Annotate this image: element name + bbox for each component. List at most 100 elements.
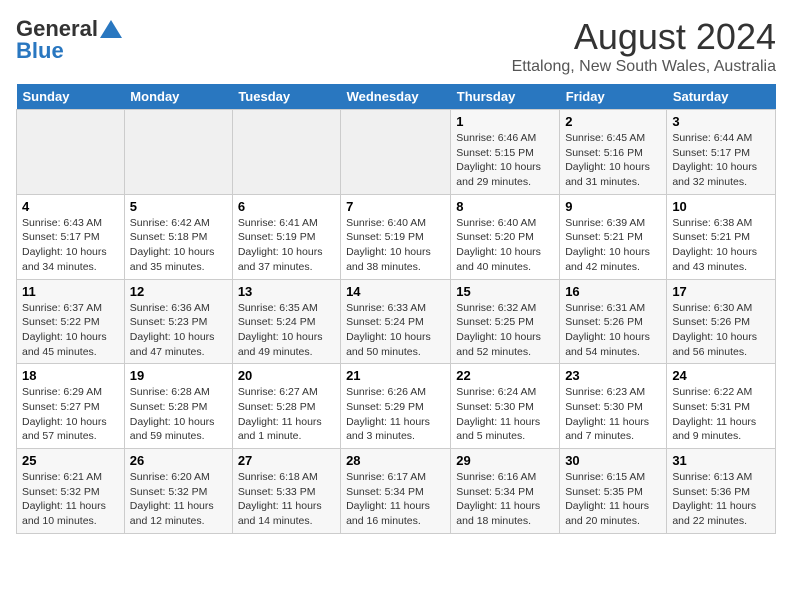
calendar-week-row: 4Sunrise: 6:43 AM Sunset: 5:17 PM Daylig…: [17, 194, 776, 279]
title-block: August 2024 Ettalong, New South Wales, A…: [512, 16, 776, 76]
day-info: Sunrise: 6:26 AM Sunset: 5:29 PM Dayligh…: [346, 385, 445, 444]
calendar-cell: 19 Sunrise: 6:28 AM Sunset: 5:28 PM Dayli…: [124, 364, 232, 449]
weekday-header-cell: Saturday: [667, 84, 776, 110]
day-info: Sunrise: 6:39 AM Sunset: 5:21 PM Dayligh…: [565, 216, 661, 275]
day-info: Sunrise: 6:29 AM Sunset: 5:27 PM Dayligh…: [22, 385, 119, 444]
day-number: 28: [346, 453, 445, 468]
day-number: 27: [238, 453, 335, 468]
day-number: 21: [346, 368, 445, 383]
logo: General Blue: [16, 16, 122, 64]
day-info: Sunrise: 6:46 AM Sunset: 5:15 PM Dayligh…: [456, 131, 554, 190]
day-number: 8: [456, 199, 554, 214]
weekday-header-cell: Wednesday: [341, 84, 451, 110]
calendar-cell: 31 Sunrise: 6:13 AM Sunset: 5:36 PM Dayli…: [667, 449, 776, 534]
day-info: Sunrise: 6:27 AM Sunset: 5:28 PM Dayligh…: [238, 385, 335, 444]
day-info: Sunrise: 6:15 AM Sunset: 5:35 PM Dayligh…: [565, 470, 661, 529]
calendar-body: 1 Sunrise: 6:46 AM Sunset: 5:15 PM Daylig…: [17, 110, 776, 534]
day-number: 17: [672, 284, 770, 299]
day-number: 24: [672, 368, 770, 383]
calendar-cell: 16 Sunrise: 6:31 AM Sunset: 5:26 PM Dayli…: [560, 279, 667, 364]
calendar-week-row: 18 Sunrise: 6:29 AM Sunset: 5:27 PM Dayli…: [17, 364, 776, 449]
day-number: 23: [565, 368, 661, 383]
weekday-header-cell: Sunday: [17, 84, 125, 110]
calendar-cell: 11 Sunrise: 6:37 AM Sunset: 5:22 PM Dayli…: [17, 279, 125, 364]
calendar-cell: 8 Sunrise: 6:40 AM Sunset: 5:20 PM Daylig…: [451, 194, 560, 279]
day-number: 25: [22, 453, 119, 468]
day-info: Sunrise: 6:16 AM Sunset: 5:34 PM Dayligh…: [456, 470, 554, 529]
calendar-week-row: 1 Sunrise: 6:46 AM Sunset: 5:15 PM Daylig…: [17, 110, 776, 195]
calendar-cell: 24 Sunrise: 6:22 AM Sunset: 5:31 PM Dayli…: [667, 364, 776, 449]
day-info: Sunrise: 6:24 AM Sunset: 5:30 PM Dayligh…: [456, 385, 554, 444]
month-year-title: August 2024: [512, 16, 776, 58]
calendar-cell: 12 Sunrise: 6:36 AM Sunset: 5:23 PM Dayli…: [124, 279, 232, 364]
day-info: Sunrise: 6:30 AM Sunset: 5:26 PM Dayligh…: [672, 301, 770, 360]
day-number: 20: [238, 368, 335, 383]
day-number: 30: [565, 453, 661, 468]
calendar-cell: 6Sunrise: 6:41 AM Sunset: 5:19 PM Daylig…: [232, 194, 340, 279]
day-info: Sunrise: 6:13 AM Sunset: 5:36 PM Dayligh…: [672, 470, 770, 529]
day-info: Sunrise: 6:21 AM Sunset: 5:32 PM Dayligh…: [22, 470, 119, 529]
weekday-header-cell: Thursday: [451, 84, 560, 110]
day-number: 10: [672, 199, 770, 214]
weekday-header-cell: Friday: [560, 84, 667, 110]
logo-icon: [100, 20, 122, 38]
calendar-cell: 29 Sunrise: 6:16 AM Sunset: 5:34 PM Dayli…: [451, 449, 560, 534]
day-number: 29: [456, 453, 554, 468]
calendar-cell: 30 Sunrise: 6:15 AM Sunset: 5:35 PM Dayli…: [560, 449, 667, 534]
day-info: Sunrise: 6:18 AM Sunset: 5:33 PM Dayligh…: [238, 470, 335, 529]
calendar-cell: [341, 110, 451, 195]
day-info: Sunrise: 6:37 AM Sunset: 5:22 PM Dayligh…: [22, 301, 119, 360]
day-info: Sunrise: 6:20 AM Sunset: 5:32 PM Dayligh…: [130, 470, 227, 529]
calendar-cell: 7 Sunrise: 6:40 AM Sunset: 5:19 PM Daylig…: [341, 194, 451, 279]
day-info: Sunrise: 6:40 AM Sunset: 5:20 PM Dayligh…: [456, 216, 554, 275]
page-header: General Blue August 2024 Ettalong, New S…: [16, 16, 776, 76]
day-number: 26: [130, 453, 227, 468]
day-number: 19: [130, 368, 227, 383]
day-number: 18: [22, 368, 119, 383]
calendar-cell: [232, 110, 340, 195]
day-number: 12: [130, 284, 227, 299]
calendar-cell: 23Sunrise: 6:23 AM Sunset: 5:30 PM Dayli…: [560, 364, 667, 449]
weekday-header-row: SundayMondayTuesdayWednesdayThursdayFrid…: [17, 84, 776, 110]
calendar-cell: 2Sunrise: 6:45 AM Sunset: 5:16 PM Daylig…: [560, 110, 667, 195]
day-info: Sunrise: 6:28 AM Sunset: 5:28 PM Dayligh…: [130, 385, 227, 444]
calendar-cell: 5 Sunrise: 6:42 AM Sunset: 5:18 PM Daylig…: [124, 194, 232, 279]
day-info: Sunrise: 6:40 AM Sunset: 5:19 PM Dayligh…: [346, 216, 445, 275]
logo-blue: Blue: [16, 38, 64, 64]
day-number: 2: [565, 114, 661, 129]
calendar-cell: 10Sunrise: 6:38 AM Sunset: 5:21 PM Dayli…: [667, 194, 776, 279]
day-info: Sunrise: 6:22 AM Sunset: 5:31 PM Dayligh…: [672, 385, 770, 444]
calendar-week-row: 25 Sunrise: 6:21 AM Sunset: 5:32 PM Dayli…: [17, 449, 776, 534]
day-number: 6: [238, 199, 335, 214]
day-number: 1: [456, 114, 554, 129]
calendar-cell: 18 Sunrise: 6:29 AM Sunset: 5:27 PM Dayli…: [17, 364, 125, 449]
day-info: Sunrise: 6:36 AM Sunset: 5:23 PM Dayligh…: [130, 301, 227, 360]
day-number: 14: [346, 284, 445, 299]
calendar-cell: [17, 110, 125, 195]
day-info: Sunrise: 6:42 AM Sunset: 5:18 PM Dayligh…: [130, 216, 227, 275]
day-number: 15: [456, 284, 554, 299]
day-number: 22: [456, 368, 554, 383]
calendar-cell: 13Sunrise: 6:35 AM Sunset: 5:24 PM Dayli…: [232, 279, 340, 364]
day-info: Sunrise: 6:43 AM Sunset: 5:17 PM Dayligh…: [22, 216, 119, 275]
calendar-table: SundayMondayTuesdayWednesdayThursdayFrid…: [16, 84, 776, 534]
calendar-cell: 9 Sunrise: 6:39 AM Sunset: 5:21 PM Daylig…: [560, 194, 667, 279]
calendar-cell: 3Sunrise: 6:44 AM Sunset: 5:17 PM Daylig…: [667, 110, 776, 195]
day-number: 7: [346, 199, 445, 214]
calendar-cell: 21 Sunrise: 6:26 AM Sunset: 5:29 PM Dayli…: [341, 364, 451, 449]
day-info: Sunrise: 6:32 AM Sunset: 5:25 PM Dayligh…: [456, 301, 554, 360]
day-number: 31: [672, 453, 770, 468]
day-number: 9: [565, 199, 661, 214]
calendar-cell: 27 Sunrise: 6:18 AM Sunset: 5:33 PM Dayli…: [232, 449, 340, 534]
day-info: Sunrise: 6:31 AM Sunset: 5:26 PM Dayligh…: [565, 301, 661, 360]
calendar-cell: 15 Sunrise: 6:32 AM Sunset: 5:25 PM Dayli…: [451, 279, 560, 364]
calendar-cell: 20 Sunrise: 6:27 AM Sunset: 5:28 PM Dayli…: [232, 364, 340, 449]
day-number: 5: [130, 199, 227, 214]
calendar-cell: 25 Sunrise: 6:21 AM Sunset: 5:32 PM Dayli…: [17, 449, 125, 534]
day-info: Sunrise: 6:44 AM Sunset: 5:17 PM Dayligh…: [672, 131, 770, 190]
calendar-cell: 14Sunrise: 6:33 AM Sunset: 5:24 PM Dayli…: [341, 279, 451, 364]
calendar-cell: 4Sunrise: 6:43 AM Sunset: 5:17 PM Daylig…: [17, 194, 125, 279]
weekday-header-cell: Tuesday: [232, 84, 340, 110]
day-number: 16: [565, 284, 661, 299]
day-number: 11: [22, 284, 119, 299]
